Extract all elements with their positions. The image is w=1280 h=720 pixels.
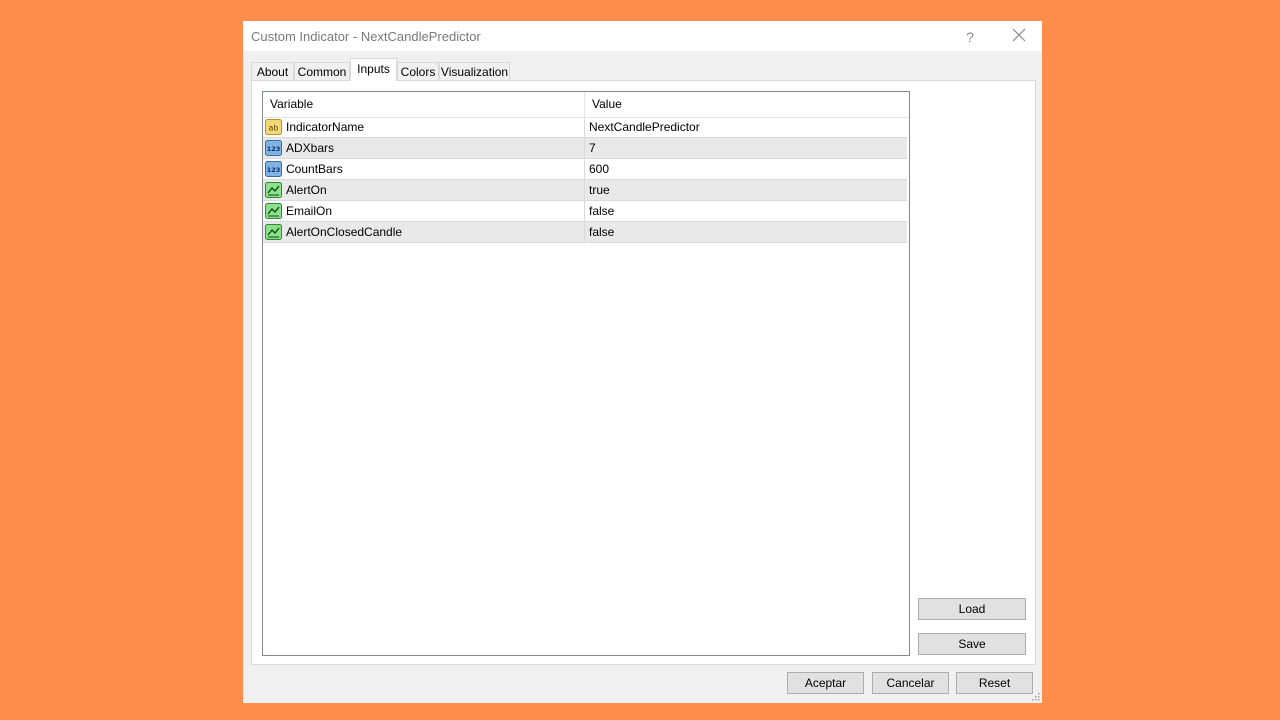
variable-name: EmailOn: [286, 204, 333, 218]
grid-row[interactable]: EmailOn false: [263, 201, 907, 222]
grid-row[interactable]: 123 ADXbars 7: [263, 138, 907, 159]
integer-type-icon: 123: [265, 140, 282, 156]
tab-common[interactable]: Common: [294, 62, 350, 80]
resize-grip-icon[interactable]: [1030, 691, 1040, 701]
variable-name: AlertOnClosedCandle: [286, 225, 403, 239]
close-button[interactable]: [1005, 26, 1033, 48]
integer-type-icon: 123: [265, 161, 282, 177]
value-cell[interactable]: false: [585, 201, 907, 221]
tab-colors[interactable]: Colors: [397, 62, 439, 80]
boolean-type-icon: [265, 182, 282, 198]
variable-cell: 123 ADXbars: [263, 138, 585, 158]
title-bar: Custom Indicator - NextCandlePredictor ?: [243, 21, 1042, 51]
variable-cell: AlertOnClosedCandle: [263, 222, 585, 242]
value-cell[interactable]: true: [585, 180, 907, 200]
variable-cell: ab IndicatorName: [263, 117, 585, 137]
value-cell[interactable]: NextCandlePredictor: [585, 117, 907, 137]
value-cell[interactable]: false: [585, 222, 907, 242]
tab-visualization[interactable]: Visualization: [439, 62, 510, 80]
inputs-panel: Variable Value ab IndicatorName NextCand…: [251, 80, 1036, 665]
value-cell[interactable]: 7: [585, 138, 907, 158]
accept-button[interactable]: Aceptar: [787, 672, 864, 694]
grid-row[interactable]: 123 CountBars 600: [263, 159, 907, 180]
svg-text:ab: ab: [269, 124, 279, 133]
grid-header: Variable Value: [263, 92, 909, 118]
grid-row[interactable]: AlertOnClosedCandle false: [263, 222, 907, 243]
load-button[interactable]: Load: [918, 598, 1026, 620]
svg-text:123: 123: [267, 166, 281, 174]
boolean-type-icon: [265, 224, 282, 240]
window-title: Custom Indicator - NextCandlePredictor: [251, 29, 481, 44]
variable-name: ADXbars: [286, 141, 335, 155]
close-icon: [1012, 28, 1026, 42]
variable-cell: 123 CountBars: [263, 159, 585, 179]
boolean-type-icon: [265, 203, 282, 219]
variable-cell: AlertOn: [263, 180, 585, 200]
reset-button[interactable]: Reset: [956, 672, 1033, 694]
tab-inputs[interactable]: Inputs: [350, 58, 397, 81]
column-header-value[interactable]: Value: [585, 92, 907, 117]
value-cell[interactable]: 600: [585, 159, 907, 179]
column-header-variable[interactable]: Variable: [263, 92, 585, 117]
custom-indicator-dialog: Custom Indicator - NextCandlePredictor ?…: [243, 21, 1042, 703]
save-button[interactable]: Save: [918, 633, 1026, 655]
svg-text:123: 123: [267, 145, 281, 153]
grid-row[interactable]: AlertOn true: [263, 180, 907, 201]
grid-row[interactable]: ab IndicatorName NextCandlePredictor: [263, 117, 907, 138]
help-button[interactable]: ?: [957, 26, 983, 48]
variable-name: IndicatorName: [286, 120, 365, 134]
inputs-grid[interactable]: Variable Value ab IndicatorName NextCand…: [262, 91, 910, 656]
variable-name: CountBars: [286, 162, 343, 176]
variable-name: AlertOn: [286, 183, 327, 197]
tab-about[interactable]: About: [251, 62, 294, 80]
string-type-icon: ab: [265, 119, 282, 135]
variable-cell: EmailOn: [263, 201, 585, 221]
tab-strip: About Common Inputs Colors Visualization: [251, 57, 851, 81]
cancel-button[interactable]: Cancelar: [872, 672, 949, 694]
